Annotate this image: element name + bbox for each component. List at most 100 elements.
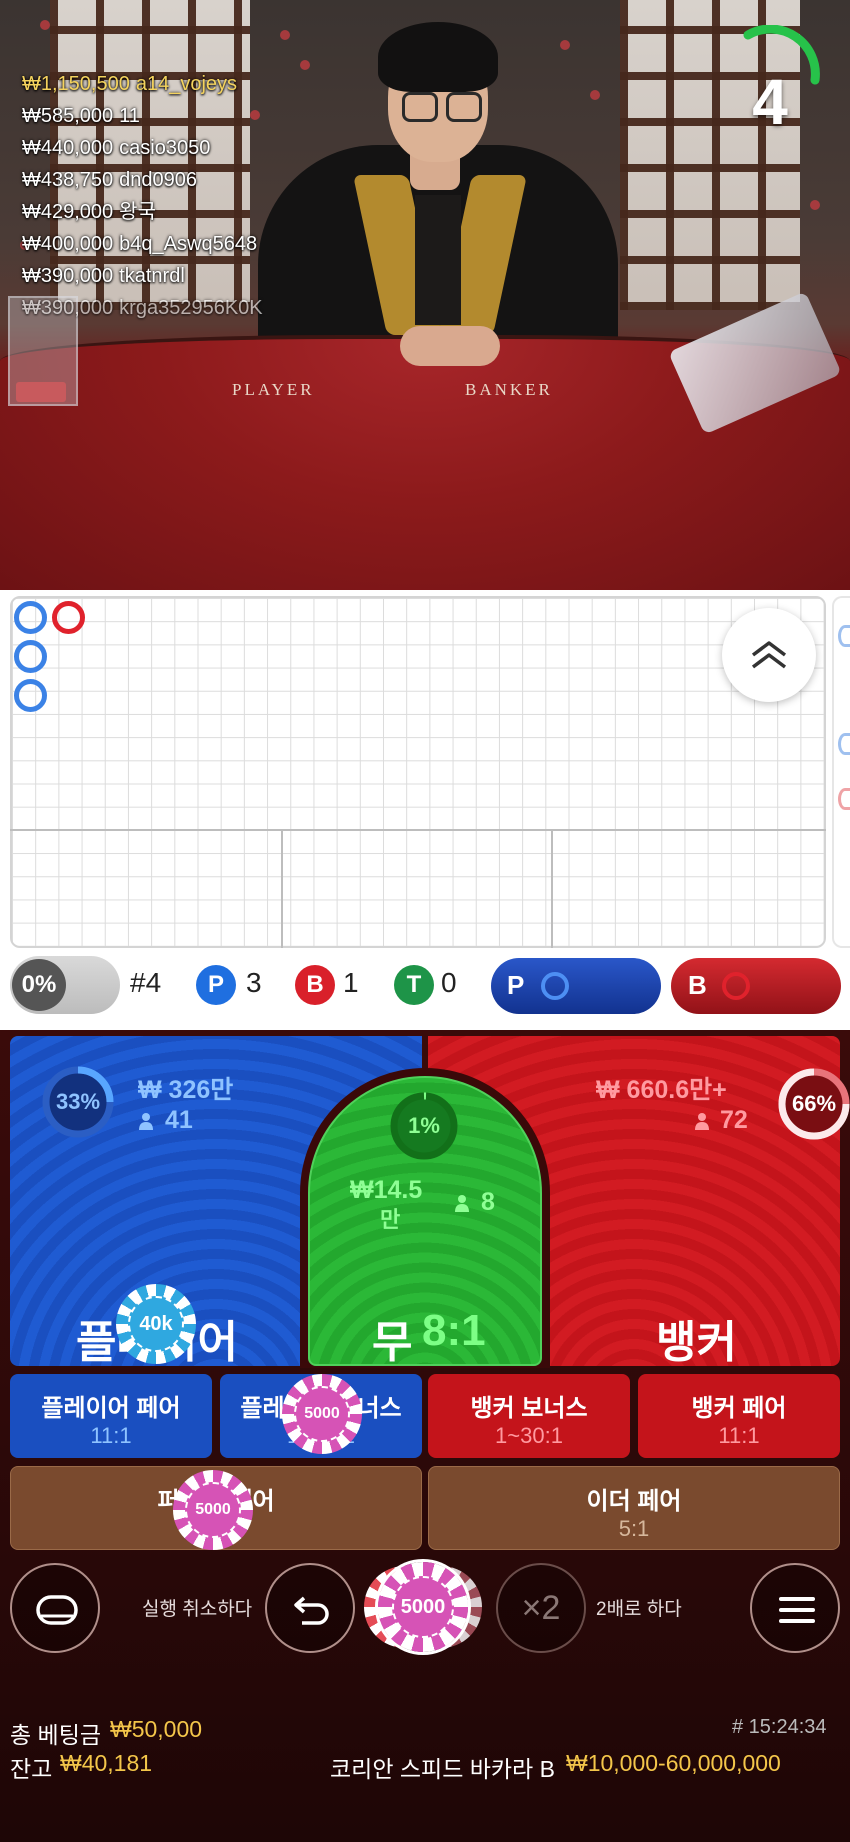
felt-banker-label: BANKER <box>465 380 553 399</box>
predict-player-label: P <box>507 970 525 1000</box>
tie-percent: 1% <box>408 1113 440 1138</box>
banker-bettor-count: 72 <box>720 1106 748 1134</box>
placed-chip[interactable]: 5000 <box>282 1374 362 1454</box>
banker-bonus-odds: 1~30:1 <box>495 1423 563 1448</box>
blossom-decoration <box>300 60 310 70</box>
placed-chip[interactable]: 40k <box>116 1284 196 1364</box>
road-bead-banker <box>52 601 85 634</box>
next-road-peek[interactable] <box>832 596 850 948</box>
player-pair-bet[interactable]: 플레이어 페어 11:1 <box>10 1374 212 1458</box>
banker-count: 1 <box>343 967 359 998</box>
grid-divider <box>551 831 553 948</box>
glasses-lens <box>446 92 482 122</box>
table-view-button[interactable] <box>10 1563 100 1653</box>
peek-bead <box>838 625 850 647</box>
tie-count: 0 <box>441 967 457 998</box>
blossom-decoration <box>280 30 290 40</box>
player-count-badge: P <box>196 965 236 1005</box>
glasses-lens <box>402 92 438 122</box>
placed-chip[interactable]: 5000 <box>173 1470 253 1550</box>
percent-value: 0% <box>12 959 66 1011</box>
peek-bead <box>838 733 850 755</box>
blossom-decoration <box>810 200 820 210</box>
balance-label: 잔고 <box>10 1756 53 1782</box>
dealer-hands <box>400 326 500 366</box>
person-icon <box>455 1195 469 1212</box>
blossom-decoration <box>40 20 50 30</box>
round-time: # 15:24:34 <box>732 1716 827 1738</box>
winner-row: ₩585,000 11 <box>22 105 140 127</box>
banker-pair-odds: 11:1 <box>718 1423 760 1448</box>
player-pair-label: 플레이어 페어 <box>41 1395 181 1422</box>
predict-player-ring-icon <box>541 972 569 1000</box>
tie-odds: 8:1 <box>422 1306 486 1355</box>
selected-chip-button[interactable]: 5000 <box>378 1562 468 1652</box>
dealer-hair <box>378 22 498 92</box>
winner-row: ₩390,000 tkatnrdl <box>22 265 185 287</box>
tie-bet-title: 무 <box>372 1318 413 1367</box>
either-pair-odds: 5:1 <box>618 1516 650 1541</box>
double-chevron-up-icon <box>751 641 787 669</box>
felt-player-label: PLAYER <box>232 380 315 399</box>
player-pool-amount: ₩ 326만 <box>138 1076 234 1104</box>
chip-value: 5000 <box>304 1405 340 1422</box>
person-icon <box>695 1113 709 1130</box>
winner-row: ₩1,150,500 a14_vojeys <box>22 73 238 95</box>
banker-count-badge: B <box>295 965 335 1005</box>
either-pair-bet[interactable]: 이더 페어 5:1 <box>428 1466 840 1550</box>
double-button[interactable]: ×2 <box>496 1563 586 1653</box>
predict-banker-label: B <box>688 970 707 1000</box>
winners-list: ₩1,150,500 a14_vojeys ₩585,000 11 ₩440,000… <box>22 68 263 324</box>
winner-row: ₩429,000 왕국 <box>22 201 156 223</box>
road-bead-player <box>14 601 47 634</box>
player-pair-odds: 11:1 <box>90 1423 132 1448</box>
double-label: 2배로 하다 <box>596 1599 682 1620</box>
round-number: #4 <box>130 967 162 998</box>
live-video: PLAYER BANKER ₩1,150,500 a14_vojeys ₩585,… <box>0 0 850 590</box>
either-pair-label: 이더 페어 <box>586 1488 682 1515</box>
tie-pool-unit: 만 <box>380 1207 401 1232</box>
menu-button[interactable] <box>750 1563 840 1653</box>
blossom-decoration <box>560 40 570 50</box>
expand-roadmap-button[interactable] <box>722 608 816 702</box>
chip-value: 5000 <box>400 1596 446 1618</box>
table-limits: ₩10,000-60,000,000 <box>566 1750 781 1776</box>
winner-row: ₩390,000 krga352956K0K <box>22 297 263 319</box>
table-name: 코리안 스피드 바카라 B <box>330 1756 555 1782</box>
road-bead-player <box>14 640 47 673</box>
tie-pool-amount: ₩14.5 <box>350 1176 423 1204</box>
predict-banker-ring-icon <box>722 972 750 1000</box>
blossom-decoration <box>590 90 600 100</box>
banker-bonus-bet[interactable]: 뱅커 보너스 1~30:1 <box>428 1374 630 1458</box>
chip-value: 40k <box>139 1313 173 1335</box>
grid-divider <box>281 831 283 948</box>
chip-value: 5000 <box>195 1501 231 1518</box>
winner-row: ₩438,750 dnd0906 <box>22 169 198 191</box>
tie-count-badge: T <box>394 965 434 1005</box>
player-percent: 33% <box>55 1089 101 1114</box>
banker-pair-bet[interactable]: 뱅커 페어 11:1 <box>638 1374 840 1458</box>
player-count: 3 <box>246 967 262 998</box>
total-bet-label: 총 베팅금 <box>10 1722 102 1748</box>
undo-button[interactable] <box>265 1563 355 1653</box>
banker-bonus-label: 뱅커 보너스 <box>470 1395 588 1422</box>
table-oval-icon <box>36 1595 78 1625</box>
person-icon <box>139 1113 153 1130</box>
playing-card <box>16 382 66 402</box>
total-bet-value: ₩50,000 <box>110 1716 203 1742</box>
undo-arrow-icon <box>294 1596 329 1625</box>
banker-percent: 66% <box>791 1091 837 1116</box>
banker-pair-label: 뱅커 페어 <box>691 1395 787 1422</box>
tie-bettor-count: 8 <box>481 1188 495 1216</box>
balance-value: ₩40,181 <box>60 1750 153 1776</box>
undo-label: 실행 취소하다 <box>142 1599 253 1620</box>
hamburger-menu-icon <box>779 1597 815 1623</box>
banker-bet-title: 뱅커 <box>656 1318 737 1367</box>
banker-pool-amount: ₩ 660.6만+ <box>596 1076 727 1104</box>
dealer-shirt <box>415 195 461 325</box>
countdown-timer: 4 <box>752 66 788 138</box>
peek-bead <box>838 788 850 810</box>
winner-row: ₩440,000 casio3050 <box>22 137 211 159</box>
road-bead-player <box>14 679 47 712</box>
bead-road-grid[interactable] <box>10 596 826 948</box>
